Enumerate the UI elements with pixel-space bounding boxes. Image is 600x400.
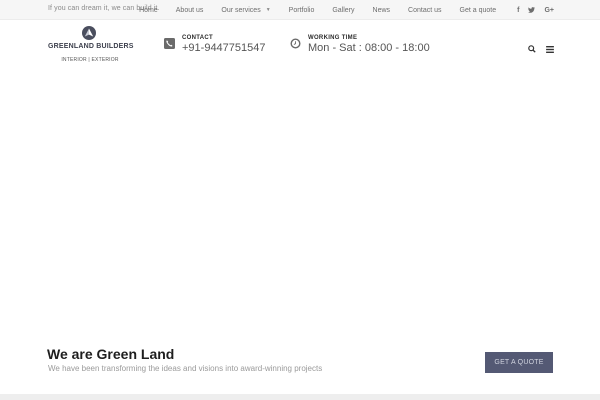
nav-our-services[interactable]: Our services ▼ — [221, 7, 270, 14]
top-nav: Home About us Our services ▼ Portfolio G… — [139, 0, 554, 20]
search-icon[interactable] — [528, 40, 536, 58]
cta-subtitle: We have been transforming the ideas and … — [48, 364, 323, 373]
contact-info: CONTACT +91-9447751547 — [164, 35, 274, 59]
working-hours: WORKING TIME Mon - Sat : 08:00 - 18:00 — [290, 35, 440, 59]
menu-icon[interactable] — [546, 40, 554, 58]
site-header: GREENLAND BUILDERS INTERIOR | EXTERIOR C… — [0, 20, 600, 70]
nav-about-us[interactable]: About us — [176, 7, 204, 14]
nav-home[interactable]: Home — [139, 7, 158, 14]
header-icons — [518, 40, 554, 58]
phone-icon — [164, 36, 175, 49]
nav-get-a-quote[interactable]: Get a quote — [460, 7, 497, 14]
google-plus-icon[interactable]: G+ — [544, 7, 554, 14]
top-bar: If you can dream it, we can build it. Ho… — [0, 0, 600, 20]
page: If you can dream it, we can build it. Ho… — [0, 0, 600, 400]
facebook-icon[interactable]: f — [517, 7, 519, 14]
cta-section: We are Green Land We have been transform… — [0, 345, 600, 394]
nav-our-services-label: Our services — [221, 6, 261, 14]
chevron-down-icon: ▼ — [265, 7, 271, 13]
nav-gallery[interactable]: Gallery — [332, 7, 354, 14]
site-logo[interactable]: GREENLAND BUILDERS INTERIOR | EXTERIOR — [48, 24, 134, 68]
contact-phone[interactable]: +91-9447751547 — [182, 42, 266, 54]
hero-area — [0, 70, 600, 345]
footer-strip — [0, 394, 600, 400]
logo-name: GREENLAND BUILDERS — [48, 43, 134, 50]
nav-portfolio[interactable]: Portfolio — [289, 7, 315, 14]
social-links: f G+ — [508, 7, 554, 14]
logo-tagline: INTERIOR | EXTERIOR — [61, 57, 119, 63]
working-time-value: Mon - Sat : 08:00 - 18:00 — [308, 42, 430, 54]
get-a-quote-button[interactable]: GET A QUOTE — [485, 352, 553, 373]
cta-title: We are Green Land — [47, 346, 175, 362]
working-time-label: WORKING TIME — [308, 35, 358, 41]
contact-label: CONTACT — [182, 35, 213, 41]
twitter-icon[interactable] — [528, 7, 536, 13]
clock-icon — [290, 36, 301, 49]
nav-contact-us[interactable]: Contact us — [408, 7, 441, 14]
nav-news[interactable]: News — [373, 7, 391, 14]
logo-mark-icon — [82, 26, 96, 40]
